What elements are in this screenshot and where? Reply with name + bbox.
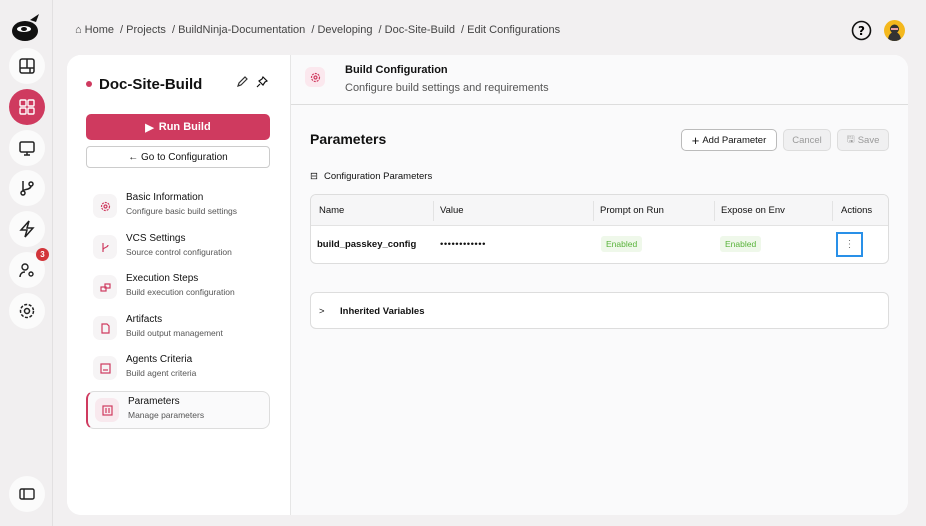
- breadcrumb-build[interactable]: Doc-Site-Build: [385, 24, 455, 36]
- gear-icon: [93, 194, 117, 218]
- git-branch-icon: [20, 181, 34, 196]
- nav-title: Parameters: [128, 396, 180, 407]
- col-prompt: Prompt on Run: [600, 205, 664, 216]
- nav-subtitle: Configure basic build settings: [126, 206, 238, 216]
- left-rail: 3: [0, 0, 53, 526]
- section-header: ⊟ Configuration Parameters: [310, 171, 432, 182]
- breadcrumb-project[interactable]: BuildNinja-Documentation: [178, 24, 305, 36]
- monitor-icon: [19, 141, 35, 156]
- breadcrumb-current: Edit Configurations: [467, 24, 561, 36]
- home-icon: ⌂: [75, 24, 82, 36]
- plus-icon: +: [691, 132, 700, 148]
- ninja-logo[interactable]: [10, 12, 42, 42]
- inherited-variables-toggle[interactable]: > Inherited Variables: [310, 292, 889, 329]
- go-to-configuration-button[interactable]: ← Go to Configuration: [86, 146, 270, 168]
- status-dot: [86, 81, 92, 87]
- more-vertical-icon: ⋮: [844, 239, 855, 250]
- file-icon: [93, 316, 117, 340]
- git-branch-icon: [93, 235, 117, 259]
- main-card: Doc-Site-Build ▶ Run Build ← Go to Config…: [67, 55, 908, 515]
- nav-artifacts[interactable]: Artifacts Build output management: [86, 310, 270, 348]
- save-icon: 🖫: [846, 134, 855, 145]
- nav-subtitle: Build agent criteria: [126, 368, 197, 378]
- nav-parameters[interactable]: Parameters Manage parameters: [86, 391, 270, 429]
- nav-vcs-settings[interactable]: VCS Settings Source control configuration: [86, 229, 270, 267]
- chevron-right-icon: >: [319, 306, 325, 317]
- nav-title: Agents Criteria: [126, 354, 193, 365]
- notification-badge: 3: [36, 248, 49, 261]
- col-value: Value: [440, 205, 464, 216]
- cancel-button[interactable]: Cancel: [783, 129, 831, 151]
- content-header: Build Configuration Configure build sett…: [291, 55, 908, 105]
- expose-status-badge: Enabled: [720, 236, 762, 252]
- header-title: Build Configuration: [345, 64, 448, 76]
- rail-settings-button[interactable]: [9, 293, 45, 329]
- help-icon[interactable]: ?: [851, 20, 872, 41]
- grid-icon: [19, 99, 35, 115]
- prompt-status-badge: Enabled: [601, 236, 643, 252]
- run-build-button[interactable]: ▶ Run Build: [86, 114, 270, 140]
- nav-execution-steps[interactable]: Execution Steps Build execution configura…: [86, 269, 270, 307]
- run-build-label: Run Build: [158, 121, 211, 133]
- nav-title: VCS Settings: [126, 233, 186, 244]
- col-actions: Actions: [841, 205, 873, 216]
- config-content: Build Configuration Configure build sett…: [291, 55, 908, 515]
- save-button[interactable]: 🖫 Save: [837, 129, 889, 151]
- table-header: Name Value Prompt on Run Expose on Env A…: [311, 195, 888, 226]
- nav-basic-information[interactable]: Basic Information Configure basic build s…: [86, 188, 270, 226]
- list-icon: ⊟: [310, 171, 318, 182]
- pin-icon[interactable]: [255, 75, 269, 89]
- header-subtitle: Configure build settings and requirement…: [345, 82, 549, 94]
- dashboard-icon: [19, 58, 35, 74]
- user-avatar[interactable]: [884, 20, 905, 41]
- inherited-variables-label: Inherited Variables: [340, 306, 425, 317]
- agent-icon: [93, 356, 117, 380]
- param-name: build_passkey_config: [317, 239, 417, 250]
- col-name: Name: [319, 205, 345, 216]
- sidebar-toggle-icon: [19, 488, 35, 500]
- section-title: Configuration Parameters: [323, 171, 433, 182]
- play-icon: ▶: [145, 121, 154, 134]
- param-value: ••••••••••••: [440, 239, 486, 250]
- rail-vcs-button[interactable]: [9, 170, 45, 206]
- nav-agents-criteria[interactable]: Agents Criteria Build agent criteria: [86, 350, 270, 388]
- sliders-icon: [95, 398, 119, 422]
- build-title: Doc-Site-Build: [99, 76, 203, 93]
- rail-collapse-button[interactable]: [9, 476, 45, 512]
- add-parameter-label: Add Parameter: [702, 134, 767, 146]
- col-expose: Expose on Env: [721, 205, 785, 216]
- gear-icon: [305, 67, 325, 87]
- rail-agents-button[interactable]: [9, 130, 45, 166]
- lightning-icon: [19, 220, 35, 238]
- save-label: Save: [857, 134, 880, 146]
- svg-text:?: ?: [858, 24, 865, 38]
- rail-dashboard-button[interactable]: [9, 48, 45, 84]
- nav-subtitle: Build execution configuration: [126, 287, 235, 297]
- nav-subtitle: Build output management: [126, 328, 223, 338]
- rail-users-button[interactable]: 3: [9, 248, 49, 288]
- breadcrumb: ⌂ Home / Projects / BuildNinja-Documentat…: [75, 24, 561, 36]
- edit-icon[interactable]: [235, 75, 249, 89]
- nav-title: Basic Information: [126, 192, 204, 203]
- breadcrumb-projects[interactable]: Projects: [126, 24, 166, 36]
- gear-icon: [19, 303, 35, 319]
- config-sidebar: Doc-Site-Build ▶ Run Build ← Go to Config…: [67, 55, 291, 515]
- add-parameter-button[interactable]: + Add Parameter: [681, 129, 777, 151]
- breadcrumb-developing[interactable]: Developing: [317, 24, 372, 36]
- nav-title: Artifacts: [126, 314, 163, 325]
- parameters-title: Parameters: [310, 131, 387, 147]
- nav-subtitle: Source control configuration: [126, 247, 232, 257]
- rail-projects-button[interactable]: [9, 89, 45, 125]
- row-actions-button[interactable]: ⋮: [836, 232, 863, 257]
- steps-icon: [93, 275, 117, 299]
- breadcrumb-home[interactable]: Home: [85, 24, 114, 36]
- nav-title: Execution Steps: [126, 273, 199, 284]
- user-settings-icon: [19, 263, 34, 278]
- rail-triggers-button[interactable]: [9, 211, 45, 247]
- parameters-table: Name Value Prompt on Run Expose on Env A…: [310, 194, 889, 264]
- nav-subtitle: Manage parameters: [128, 410, 205, 420]
